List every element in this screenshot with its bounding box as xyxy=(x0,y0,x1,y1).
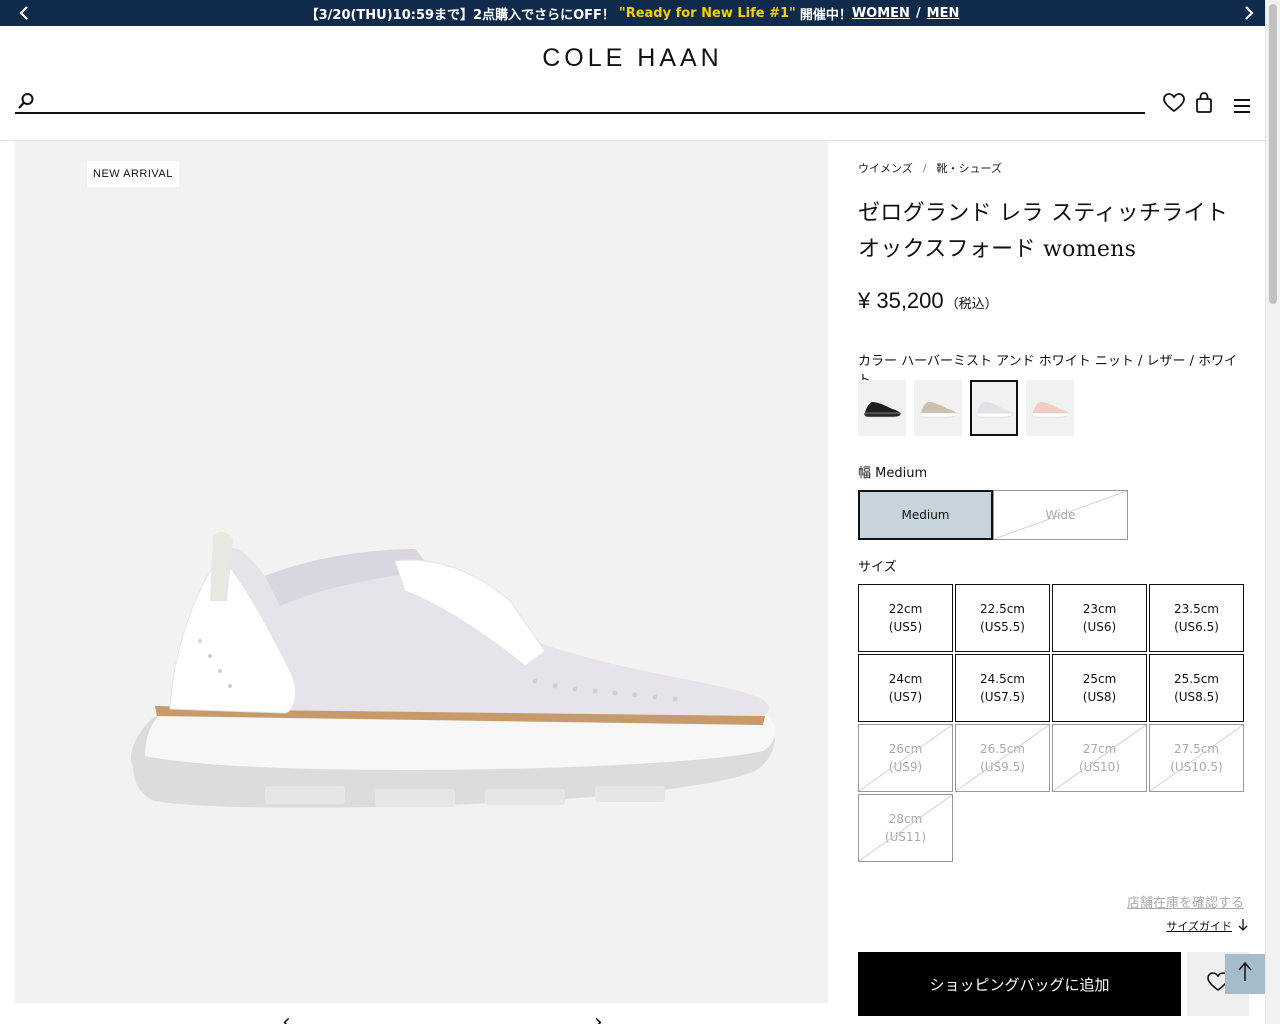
unavailable-strike xyxy=(956,725,1049,791)
store-stock-link[interactable]: 店舗在庫を確認する xyxy=(1127,892,1244,911)
link-women[interactable]: WOMEN xyxy=(852,6,910,21)
size-us-label: (US6) xyxy=(1082,620,1117,634)
size-option-24-5cm[interactable]: 24.5cm (US7.5) xyxy=(955,654,1050,722)
width-option-label: Medium xyxy=(901,508,950,522)
link-men[interactable]: MEN xyxy=(927,6,960,21)
size-us-label: (US5) xyxy=(888,620,923,634)
size-option-24cm[interactable]: 24cm (US7) xyxy=(858,654,953,722)
search-icon[interactable] xyxy=(17,92,35,114)
announcement-separator: / xyxy=(915,5,921,21)
unavailable-strike xyxy=(859,795,952,861)
size-option-23cm[interactable]: 23cm (US6) xyxy=(1052,584,1147,652)
wishlist-heart-icon[interactable] xyxy=(1163,93,1185,117)
size-cm-label: 22.5cm xyxy=(979,602,1025,616)
breadcrumb-item-womens[interactable]: ウイメンズ xyxy=(858,160,913,176)
size-option-25cm[interactable]: 25cm (US8) xyxy=(1052,654,1147,722)
product-shoe-image xyxy=(130,531,776,808)
size-guide-label[interactable]: サイズガイド xyxy=(1166,918,1232,934)
swatch-shoe-thumbnail xyxy=(919,402,958,418)
tax-note: （税込） xyxy=(945,296,998,311)
shopping-bag-icon[interactable] xyxy=(1195,92,1213,118)
size-option-25-5cm[interactable]: 25.5cm (US8.5) xyxy=(1149,654,1244,722)
size-option-27-5cm[interactable]: 27.5cm (US10.5) xyxy=(1149,724,1244,792)
new-arrival-badge: NEW ARRIVAL xyxy=(87,161,179,187)
back-to-top-button[interactable] xyxy=(1225,954,1265,994)
carousel-prev-icon[interactable]: ‹ xyxy=(282,1010,291,1024)
size-cm-label: 23cm xyxy=(1082,602,1117,616)
swatch-shoe-thumbnail xyxy=(863,402,902,418)
size-option-28cm[interactable]: 28cm (US11) xyxy=(858,794,953,862)
size-option-23-5cm[interactable]: 23.5cm (US6.5) xyxy=(1149,584,1244,652)
size-guide-link[interactable]: サイズガイド xyxy=(1166,918,1248,934)
swatch-shoe-thumbnail xyxy=(1031,402,1070,418)
product-info-panel: ウイメンズ / 靴・シューズ ゼログランド レラ スティッチライト オックスフォ… xyxy=(858,160,1249,1016)
unavailable-strike xyxy=(1053,725,1146,791)
unavailable-strike xyxy=(1150,725,1243,791)
unavailable-strike xyxy=(994,491,1127,539)
unavailable-strike xyxy=(859,725,952,791)
hamburger-menu-icon[interactable] xyxy=(1233,98,1251,118)
announcement-prefix: 【3/20(THU)10:59まで】2点購入でさらにOFF！ xyxy=(305,7,615,23)
width-options: Medium Wide xyxy=(858,490,1128,540)
arrow-up-icon xyxy=(1238,961,1252,986)
size-option-26cm[interactable]: 26cm (US9) xyxy=(858,724,953,792)
product-image-gallery[interactable]: NEW ARRIVAL xyxy=(15,141,828,1003)
color-swatch-taupe[interactable] xyxy=(914,380,962,436)
product-price: ¥ 35,200 （税込） xyxy=(858,288,1248,314)
breadcrumb-separator: / xyxy=(922,161,927,175)
size-cm-label: 25cm xyxy=(1082,672,1117,686)
brand-logo[interactable]: COLE HAAN xyxy=(0,44,1265,73)
announcement-highlight: "Ready for New Life #1" xyxy=(618,5,796,21)
arrow-down-icon xyxy=(1238,918,1248,934)
swatch-shoe-thumbnail xyxy=(975,402,1014,418)
size-cm-label: 23.5cm xyxy=(1173,602,1219,616)
search-bar[interactable] xyxy=(15,92,1145,114)
breadcrumb-item-shoes[interactable]: 靴・シューズ xyxy=(937,160,1002,176)
announcement-bar: 【3/20(THU)10:59まで】2点購入でさらにOFF！ "Ready fo… xyxy=(0,0,1265,26)
page-scrollbar[interactable] xyxy=(1265,0,1280,1024)
size-option-22-5cm[interactable]: 22.5cm (US5.5) xyxy=(955,584,1050,652)
size-option-26-5cm[interactable]: 26.5cm (US9.5) xyxy=(955,724,1050,792)
scrollbar-thumb[interactable] xyxy=(1269,4,1277,304)
product-title: ゼログランド レラ スティッチライト オックスフォード womens xyxy=(858,201,1229,262)
size-cm-label: 24.5cm xyxy=(979,672,1025,686)
size-grid: 22cm (US5) 22.5cm (US5.5) 23cm (US6) 23.5cm (US… xyxy=(858,584,1244,862)
size-option-22cm[interactable]: 22cm (US5) xyxy=(858,584,953,652)
width-option-wide[interactable]: Wide xyxy=(993,490,1128,540)
size-option-27cm[interactable]: 27cm (US10) xyxy=(1052,724,1147,792)
color-swatch-black[interactable] xyxy=(858,380,906,436)
size-us-label: (US8.5) xyxy=(1174,690,1219,704)
breadcrumb: ウイメンズ / 靴・シューズ xyxy=(858,160,1248,176)
add-to-bag-button[interactable]: ショッピングバッグに追加 xyxy=(858,952,1181,1016)
announcement-suffix: 開催中！ xyxy=(799,7,852,23)
width-option-medium[interactable]: Medium xyxy=(858,490,993,540)
size-us-label: (US6.5) xyxy=(1174,620,1219,634)
color-swatch-white[interactable] xyxy=(970,380,1018,436)
size-us-label: (US8) xyxy=(1082,690,1117,704)
size-us-label: (US7.5) xyxy=(980,690,1025,704)
size-cm-label: 25.5cm xyxy=(1173,672,1219,686)
chevron-right-icon[interactable] xyxy=(1239,3,1259,23)
price-value: ¥ 35,200 xyxy=(858,288,944,313)
size-cm-label: 24cm xyxy=(888,672,923,686)
width-label: 幅 Medium xyxy=(858,466,928,481)
chevron-left-icon[interactable] xyxy=(14,3,34,23)
size-us-label: (US7) xyxy=(888,690,923,704)
size-cm-label: 22cm xyxy=(888,602,923,616)
size-us-label: (US5.5) xyxy=(980,620,1025,634)
size-label: サイズ xyxy=(858,560,897,575)
carousel-next-icon[interactable]: › xyxy=(594,1010,603,1024)
color-swatch-pink[interactable] xyxy=(1026,380,1074,436)
color-swatches xyxy=(858,380,1074,436)
